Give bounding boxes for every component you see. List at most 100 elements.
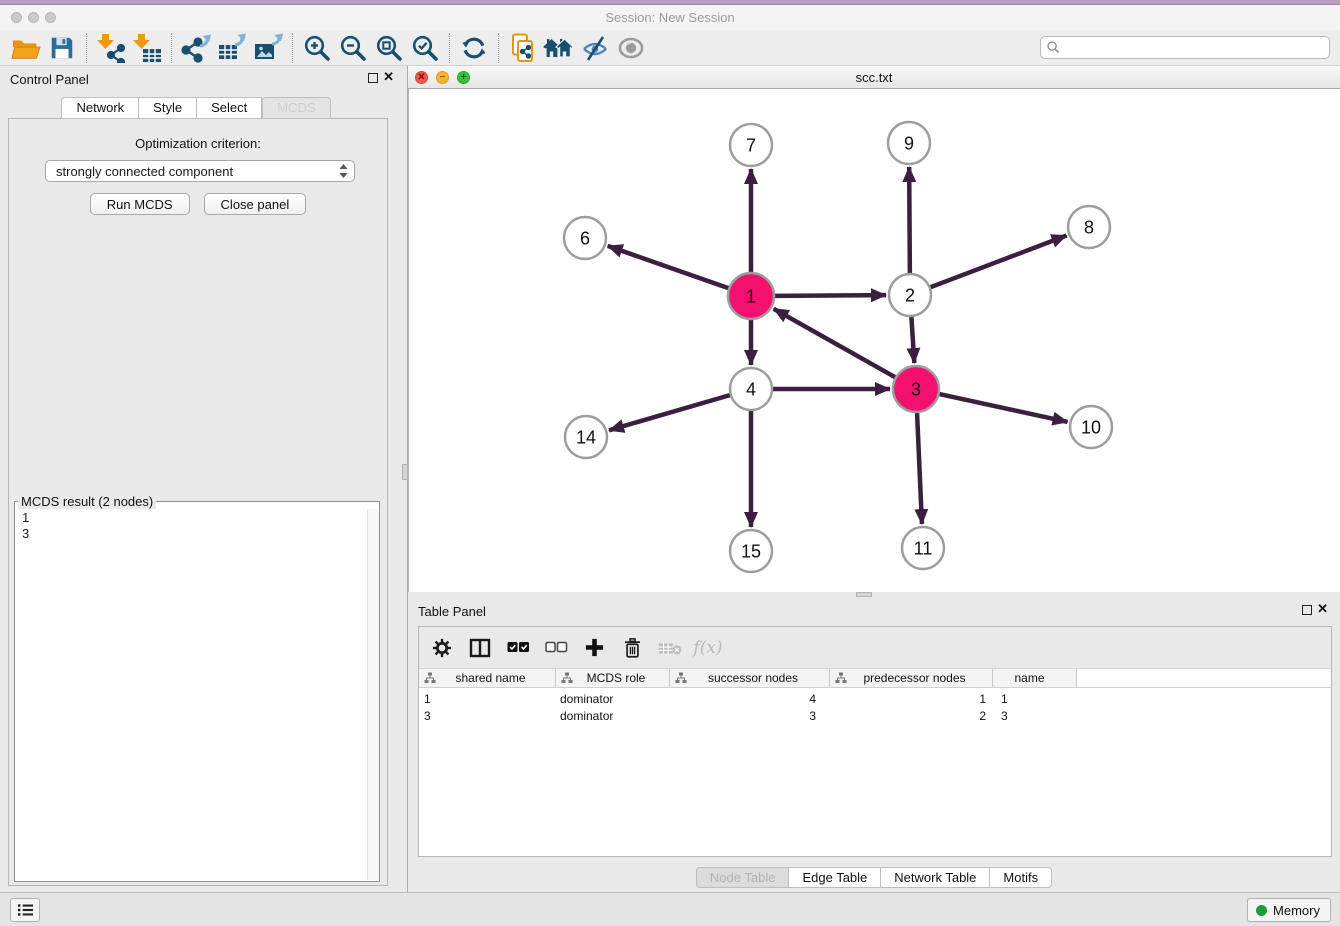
graph-edge-3-1[interactable] xyxy=(774,309,895,377)
graph-node-4[interactable]: 4 xyxy=(730,368,772,410)
graph-node-15[interactable]: 15 xyxy=(730,530,772,572)
table-cell[interactable]: dominator xyxy=(556,691,670,707)
hide-panels-button[interactable] xyxy=(577,32,613,64)
application-window: Session: New Session xyxy=(0,0,1340,926)
criterion-value: strongly connected component xyxy=(56,164,339,179)
table-settings-button[interactable] xyxy=(429,635,455,661)
graph-edge-4-14[interactable] xyxy=(609,395,730,430)
close-panel-icon[interactable]: ✕ xyxy=(383,70,394,84)
graph-node-14[interactable]: 14 xyxy=(565,416,607,458)
zoom-in-icon xyxy=(302,33,332,63)
task-history-button[interactable] xyxy=(10,898,40,922)
close-panel-icon[interactable]: ✕ xyxy=(1317,602,1328,616)
table-cell[interactable]: 3 xyxy=(419,708,556,724)
criterion-dropdown[interactable]: strongly connected component xyxy=(45,160,355,182)
graph-node-11[interactable]: 11 xyxy=(902,527,944,569)
tab-network[interactable]: Network xyxy=(61,97,139,119)
workspace: ✕ − + scc.txt 7968124314101511 Table Pan… xyxy=(408,66,1340,892)
table-cell[interactable]: 1 xyxy=(419,691,556,707)
column-visibility-button[interactable] xyxy=(467,635,493,661)
mcds-result-list[interactable]: 1 3 xyxy=(16,509,366,880)
table-header-row: shared nameMCDS rolesuccessor nodesprede… xyxy=(419,668,1331,688)
export-table-button[interactable] xyxy=(214,32,250,64)
delete-column-button[interactable] xyxy=(619,635,645,661)
graph-node-1[interactable]: 1 xyxy=(728,273,774,319)
import-table-button[interactable] xyxy=(129,32,165,64)
zoom-selected-icon xyxy=(410,33,440,63)
column-header-shared-name[interactable]: shared name xyxy=(419,669,556,687)
table-row[interactable]: 1dominator411 xyxy=(419,691,1331,707)
tab-motifs[interactable]: Motifs xyxy=(990,867,1052,888)
export-image-button[interactable] xyxy=(250,32,286,64)
zoom-in-button[interactable] xyxy=(299,32,335,64)
zoom-out-button[interactable] xyxy=(335,32,371,64)
table-panel: Table Panel ✕ xyxy=(408,597,1340,892)
export-network-button[interactable] xyxy=(178,32,214,64)
table-cell[interactable]: 3 xyxy=(670,708,830,724)
open-session-button[interactable] xyxy=(8,32,44,64)
table-cell[interactable]: 2 xyxy=(830,708,993,724)
table-toolbar: f(x) xyxy=(419,627,1331,668)
graph-edge-3-10[interactable] xyxy=(939,394,1067,422)
graph-node-10[interactable]: 10 xyxy=(1070,406,1112,448)
float-panel-icon[interactable] xyxy=(1302,605,1312,615)
import-network-button[interactable] xyxy=(93,32,129,64)
zoom-fit-icon xyxy=(374,33,404,63)
graph-edge-2-9[interactable] xyxy=(909,167,910,273)
apply-function-button[interactable]: f(x) xyxy=(695,635,721,661)
table-cell[interactable]: 3 xyxy=(993,708,1077,724)
delete-table-button[interactable] xyxy=(657,635,683,661)
table-row[interactable]: 3dominator323 xyxy=(419,708,1331,724)
copy-network-button[interactable] xyxy=(505,32,541,64)
select-all-button[interactable] xyxy=(505,635,531,661)
graph-node-2[interactable]: 2 xyxy=(889,274,931,316)
graph-edge-2-3[interactable] xyxy=(911,317,914,363)
column-header-mcds-role[interactable]: MCDS role xyxy=(556,669,670,687)
add-column-button[interactable] xyxy=(581,635,607,661)
zoom-fit-button[interactable] xyxy=(371,32,407,64)
column-header-successor-nodes[interactable]: successor nodes xyxy=(670,669,830,687)
node-table: shared nameMCDS rolesuccessor nodesprede… xyxy=(419,668,1331,856)
deselect-all-button[interactable] xyxy=(543,635,569,661)
graph-edge-3-11[interactable] xyxy=(917,413,922,524)
mcds-buttons: Run MCDS Close panel xyxy=(9,193,387,215)
table-cell[interactable]: 4 xyxy=(670,691,830,707)
main-area: Control Panel ✕ Network Style Select MCD… xyxy=(0,66,1340,892)
graph-node-3[interactable]: 3 xyxy=(893,366,939,412)
graph-node-9[interactable]: 9 xyxy=(888,122,930,164)
zoom-selected-button[interactable] xyxy=(407,32,443,64)
show-panels-button[interactable] xyxy=(613,32,649,64)
graph-node-7[interactable]: 7 xyxy=(730,124,772,166)
tab-node-table[interactable]: Node Table xyxy=(696,867,790,888)
tab-edge-table[interactable]: Edge Table xyxy=(789,867,881,888)
tab-mcds[interactable]: MCDS xyxy=(262,97,330,119)
result-scrollbar[interactable] xyxy=(367,509,378,880)
save-session-button[interactable] xyxy=(44,32,80,64)
table-cell[interactable]: 1 xyxy=(830,691,993,707)
graph-edge-2-8[interactable] xyxy=(931,236,1067,288)
graph-node-6[interactable]: 6 xyxy=(564,217,606,259)
graph-node-8[interactable]: 8 xyxy=(1068,206,1110,248)
svg-text:3: 3 xyxy=(911,379,921,399)
close-panel-button[interactable]: Close panel xyxy=(204,193,307,215)
tab-network-table[interactable]: Network Table xyxy=(881,867,990,888)
memory-button[interactable]: Memory xyxy=(1247,898,1331,922)
toolbar-separator xyxy=(449,33,450,63)
tab-select[interactable]: Select xyxy=(197,97,262,119)
table-cell[interactable]: dominator xyxy=(556,708,670,724)
toolbar-separator xyxy=(86,33,87,63)
float-panel-icon[interactable] xyxy=(368,73,378,83)
refresh-view-button[interactable] xyxy=(456,32,492,64)
run-mcds-button[interactable]: Run MCDS xyxy=(90,193,190,215)
svg-text:14: 14 xyxy=(576,427,596,447)
search-input[interactable] xyxy=(1061,38,1329,57)
graph-edge-1-2[interactable] xyxy=(775,295,886,296)
attribute-tree-icon xyxy=(424,672,436,684)
graph-edge-1-6[interactable] xyxy=(608,246,729,288)
network-canvas[interactable]: 7 9 6 8 1 2 4 3 14 10 15 11 xyxy=(408,89,1340,592)
go-home-button[interactable] xyxy=(541,32,577,64)
table-cell[interactable]: 1 xyxy=(993,691,1077,707)
column-header-name[interactable]: name xyxy=(993,669,1077,687)
tab-style[interactable]: Style xyxy=(139,97,197,119)
column-header-predecessor-nodes[interactable]: predecessor nodes xyxy=(830,669,993,687)
